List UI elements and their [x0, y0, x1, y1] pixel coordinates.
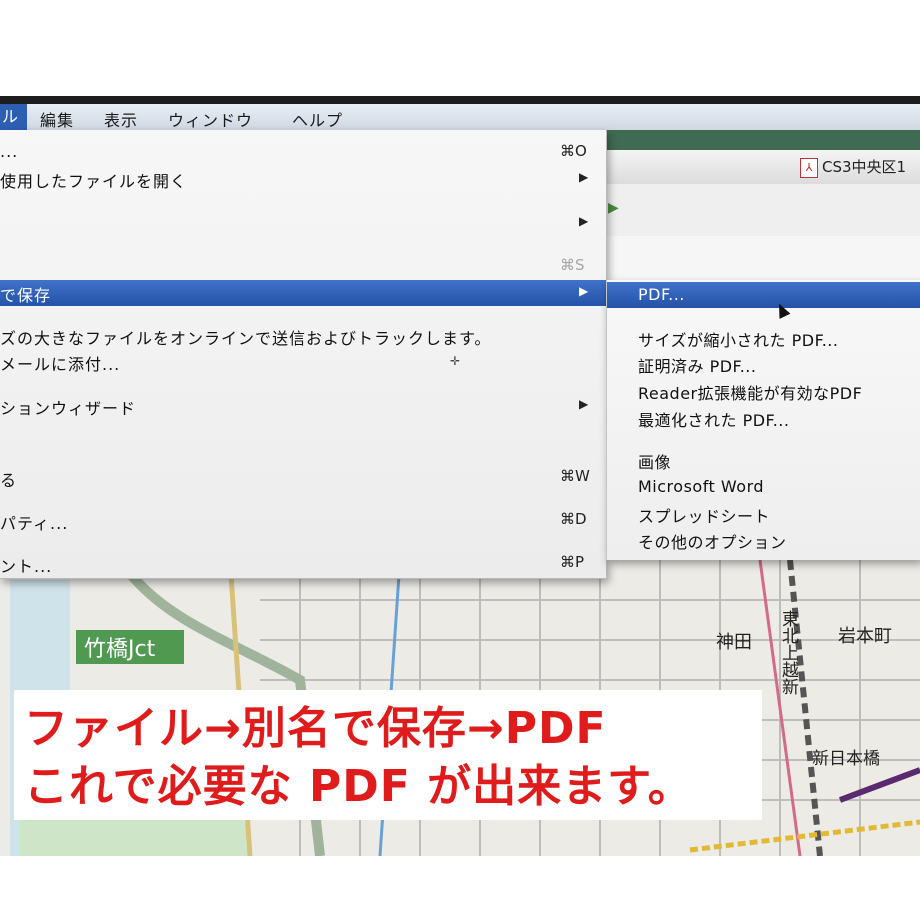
submenu-item-more-options[interactable]: その他のオプション: [607, 526, 920, 552]
map-label-iwamotocho: 岩本町: [838, 626, 892, 647]
menu-item-attach-email[interactable]: メールに添付...: [0, 349, 606, 375]
menu-item-open-recent[interactable]: 使用したファイルを開く ▶: [0, 166, 606, 192]
submenu-item-microsoft-word[interactable]: Microsoft Word: [607, 474, 920, 500]
menu-help[interactable]: ヘルプ: [292, 107, 343, 131]
map-label-kanda: 神田: [716, 632, 752, 653]
caption-line-2: これで必要な PDF が出来ます。: [24, 761, 693, 812]
menu-item-action-wizard[interactable]: ションウィザード ▶: [0, 393, 606, 419]
submenu-item-pdf[interactable]: PDF...: [607, 282, 920, 308]
menu-item-submenu-3[interactable]: ▶: [0, 210, 606, 236]
submenu-arrow-icon: ▶: [579, 214, 589, 228]
submenu-item-image[interactable]: 画像: [607, 446, 920, 472]
menu-item-print[interactable]: ント... ⌘P: [0, 551, 606, 577]
menu-edit[interactable]: 編集: [40, 107, 74, 131]
document-tab-label: CS3中央区1: [822, 158, 907, 176]
chevron-right-icon[interactable]: ▶: [608, 200, 619, 216]
submenu-arrow-icon: ▶: [579, 397, 589, 411]
submenu-arrow-icon: ▶: [579, 170, 589, 184]
app-toolbar-strip: [600, 236, 920, 280]
submenu-item-spreadsheet[interactable]: スプレッドシート: [607, 500, 920, 526]
crosshair-icon: ✛: [450, 354, 461, 368]
submenu-arrow-icon: ▶: [579, 284, 589, 298]
pdf-file-icon: ⅄: [800, 157, 818, 178]
caption-line-1: ファイル→別名で保存→PDF: [24, 703, 607, 754]
menu-item-save-as[interactable]: で保存 ▶: [0, 280, 606, 306]
map-label-shin-nihonbashi: 新日本橋: [812, 749, 880, 769]
document-tab[interactable]: ⅄ CS3中央区1: [800, 156, 906, 178]
menu-window[interactable]: ウィンドウ: [168, 107, 253, 131]
menu-item-close[interactable]: る ⌘W: [0, 465, 606, 491]
monitor-bezel: [0, 96, 920, 104]
save-as-submenu: PDF... サイズが縮小された PDF... 証明済み PDF... Read…: [606, 280, 920, 560]
app-navigation-strip: ▶: [600, 184, 920, 237]
junction-label: 竹橋Jct: [84, 637, 156, 662]
caption-box: ファイル→別名で保存→PDF これで必要な PDF が出来ます。: [14, 690, 762, 820]
submenu-item-certified-pdf[interactable]: 証明済み PDF...: [607, 350, 920, 376]
menu-item-send-large-file[interactable]: ズの大きなファイルをオンラインで送信およびトラックします。: [0, 323, 606, 349]
menu-item-save: ⌘S: [560, 256, 585, 274]
map-label-railway: 東北上越新: [778, 610, 799, 695]
menu-view[interactable]: 表示: [104, 107, 138, 131]
file-menu: ... ⌘O 使用したファイルを開く ▶ ▶ ⌘S で保存 ▶ ズの大きなファイ…: [0, 130, 607, 579]
menu-file[interactable]: ル: [0, 104, 28, 130]
menu-item-properties[interactable]: パティ... ⌘D: [0, 508, 606, 534]
submenu-item-reduced-size-pdf[interactable]: サイズが縮小された PDF...: [607, 324, 920, 350]
menubar: ル 編集 表示 ウィンドウ ヘルプ: [0, 104, 920, 131]
submenu-item-optimized-pdf[interactable]: 最適化された PDF...: [607, 404, 920, 430]
menu-item-open[interactable]: ... ⌘O: [0, 140, 606, 166]
submenu-item-reader-extended-pdf[interactable]: Reader拡張機能が有効なPDF: [607, 377, 920, 403]
